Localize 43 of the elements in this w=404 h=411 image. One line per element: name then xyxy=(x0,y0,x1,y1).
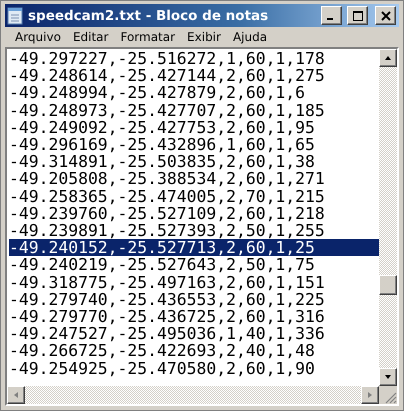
minimize-icon xyxy=(327,18,333,20)
scroll-down-button[interactable] xyxy=(379,368,397,386)
down-arrow-icon xyxy=(384,373,392,381)
text-line: -49.254925,-25.470580,2,60,1,90 xyxy=(9,360,315,377)
maximize-button[interactable] xyxy=(347,6,368,25)
menu-item[interactable]: Exibir xyxy=(181,30,227,44)
horizontal-scrollbar[interactable] xyxy=(7,386,379,404)
scroll-left-button[interactable] xyxy=(7,386,25,404)
text-line: -49.240219,-25.527643,2,50,1,75 xyxy=(9,256,315,274)
right-arrow-icon xyxy=(366,391,374,399)
text-line: -49.247527,-25.495036,1,40,1,336 xyxy=(9,325,325,342)
menu-item[interactable]: Arquivo xyxy=(9,30,67,44)
menu-item[interactable]: Editar xyxy=(66,30,114,44)
vertical-scrollbar[interactable] xyxy=(379,49,397,386)
text-line: -49.239760,-25.527109,2,60,1,218 xyxy=(9,204,325,222)
scroll-thumb[interactable] xyxy=(379,275,397,296)
close-icon xyxy=(380,10,390,20)
text-line: -49.266725,-25.422693,2,40,1,48 xyxy=(9,342,315,360)
notepad-icon xyxy=(7,6,23,24)
window-title: speedcam2.txt - Bloco de notas xyxy=(28,8,270,24)
text-line: -49.297227,-25.516272,1,60,1,178 xyxy=(9,50,325,68)
text-line: -49.258365,-25.474005,2,70,1,215 xyxy=(9,188,325,205)
scroll-right-button[interactable] xyxy=(361,386,379,404)
maximize-icon xyxy=(352,10,362,20)
up-arrow-icon xyxy=(384,54,392,62)
menu-item[interactable]: Ajuda xyxy=(226,30,274,44)
text-line: -49.279770,-25.436725,2,60,1,316 xyxy=(9,308,325,326)
text-line: -49.318775,-25.497163,2,60,1,151 xyxy=(9,274,325,291)
text-line: -49.248614,-25.427144,2,60,1,275 xyxy=(9,67,325,84)
text-line: -49.279740,-25.436553,2,60,1,225 xyxy=(9,290,325,308)
left-arrow-icon xyxy=(12,391,20,399)
scroll-up-button[interactable] xyxy=(379,49,397,67)
text-line: -49.296169,-25.432896,1,60,1,65 xyxy=(9,136,315,154)
menu-item[interactable]: Formatar xyxy=(114,30,182,44)
text-line: -49.248994,-25.427879,2,60,1,6 xyxy=(9,84,306,102)
text-line: -49.205808,-25.388534,2,60,1,271 xyxy=(9,170,325,188)
resize-grip-icon[interactable] xyxy=(383,390,397,404)
text-line: -49.314891,-25.503835,2,60,1,38 xyxy=(9,153,315,170)
text-line: -49.248973,-25.427707,2,60,1,185 xyxy=(9,102,325,119)
close-button[interactable] xyxy=(375,6,396,25)
text-line: -49.239891,-25.527393,2,50,1,255 xyxy=(9,222,325,240)
minimize-button[interactable] xyxy=(321,6,342,25)
text-line: -49.249092,-25.427753,2,60,1,95 xyxy=(9,118,315,136)
